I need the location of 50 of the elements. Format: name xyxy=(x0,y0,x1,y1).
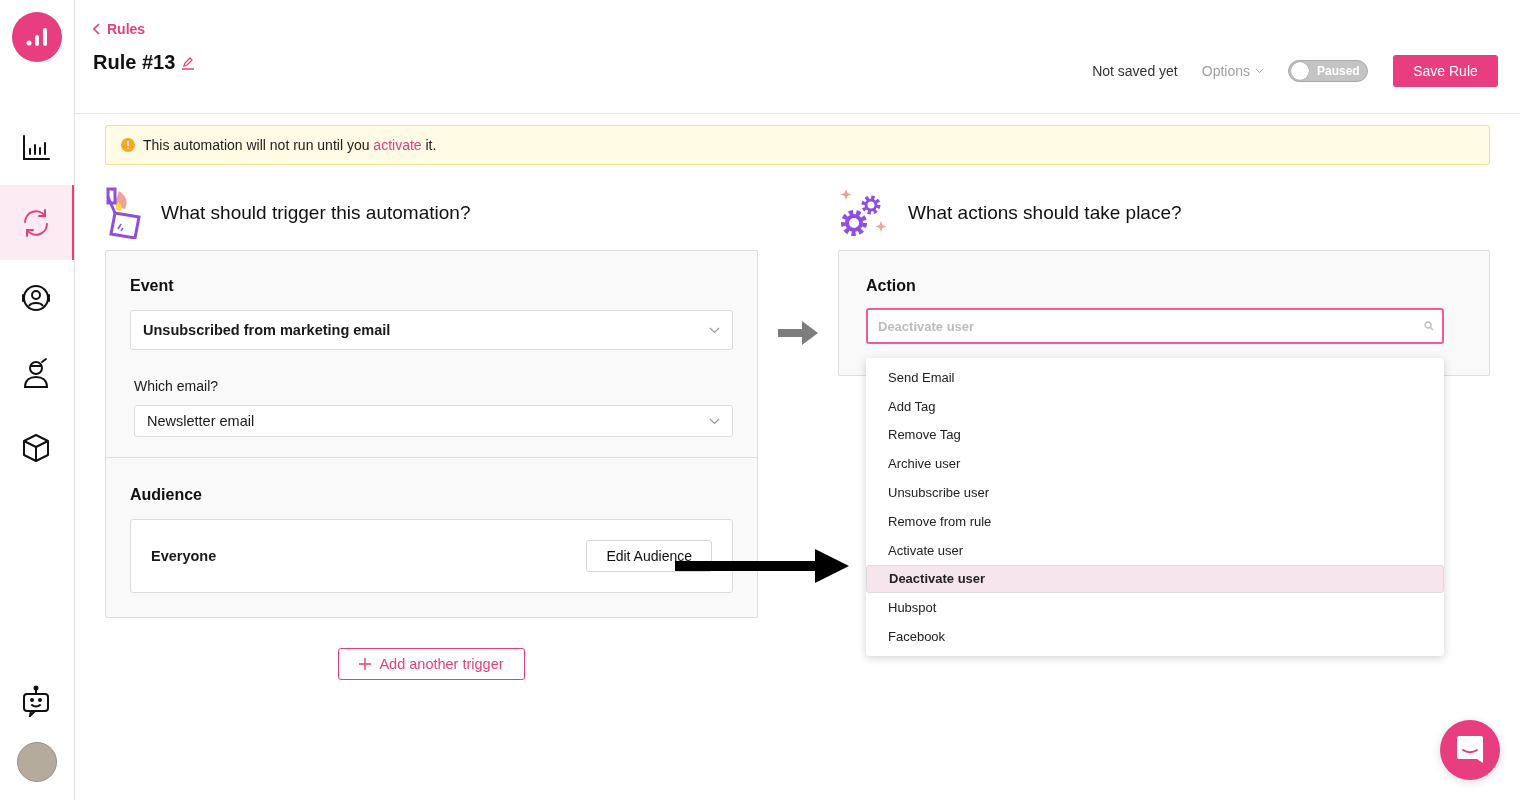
add-trigger-button[interactable]: Add another trigger xyxy=(338,648,525,680)
warning-text: This automation will not run until you activate it. xyxy=(143,137,437,153)
chevron-left-icon xyxy=(93,23,101,35)
bar-chart-icon xyxy=(22,134,50,161)
save-rule-button[interactable]: Save Rule xyxy=(1393,54,1498,87)
right-arrow-icon xyxy=(778,320,818,346)
edit-audience-button[interactable]: Edit Audience xyxy=(586,540,712,572)
robot-chat-icon xyxy=(22,684,50,717)
action-option[interactable]: Remove Tag xyxy=(866,420,1444,450)
rule-title: Rule #13 xyxy=(93,51,176,74)
action-option[interactable]: Archive user xyxy=(866,449,1444,479)
user-circle-icon xyxy=(21,282,51,313)
which-email-label: Which email? xyxy=(134,378,220,394)
person-icon xyxy=(22,356,50,389)
avatar[interactable] xyxy=(17,742,57,782)
email-select[interactable]: Newsletter email xyxy=(134,405,733,437)
action-option[interactable]: Facebook xyxy=(866,622,1444,651)
trigger-heading: What should trigger this automation? xyxy=(161,202,471,224)
action-option[interactable]: Activate user xyxy=(866,535,1444,565)
action-option[interactable]: Deactivate user xyxy=(866,564,1444,594)
edit-pencil-icon[interactable] xyxy=(181,55,196,70)
action-option[interactable]: Unsubscribe user xyxy=(866,478,1444,507)
audience-label: Audience xyxy=(130,486,203,504)
search-icon xyxy=(1424,321,1434,331)
sync-icon xyxy=(21,207,51,238)
action-label: Action xyxy=(866,277,917,295)
bars-icon xyxy=(25,27,49,47)
warning-icon xyxy=(121,138,135,152)
back-link[interactable]: Rules xyxy=(93,21,196,37)
event-select[interactable]: Unsubscribed from marketing email xyxy=(130,310,733,350)
chat-launcher-button[interactable] xyxy=(1440,720,1500,780)
chevron-down-icon xyxy=(709,326,720,334)
activate-link[interactable]: activate xyxy=(373,137,422,153)
gears-sparkle-icon xyxy=(838,187,888,239)
action-option[interactable]: Add Tag xyxy=(866,391,1444,421)
actions-heading: What actions should take place? xyxy=(908,202,1182,224)
lighter-flame-icon xyxy=(105,187,141,239)
save-status: Not saved yet xyxy=(1092,62,1178,79)
event-label: Event xyxy=(130,277,175,295)
chat-bubble-icon xyxy=(1456,735,1484,765)
action-search-field[interactable]: Deactivate user xyxy=(866,308,1444,344)
plus-icon xyxy=(359,658,372,670)
action-option[interactable]: Send Email xyxy=(866,363,1444,392)
cube-icon xyxy=(22,432,50,463)
action-option[interactable]: Hubspot xyxy=(866,593,1444,623)
chevron-down-icon xyxy=(1255,67,1264,74)
app-logo[interactable] xyxy=(12,12,62,62)
chevron-down-icon xyxy=(709,417,720,425)
action-option[interactable]: Remove from rule xyxy=(866,507,1444,536)
audience-value: Everyone xyxy=(151,548,217,564)
